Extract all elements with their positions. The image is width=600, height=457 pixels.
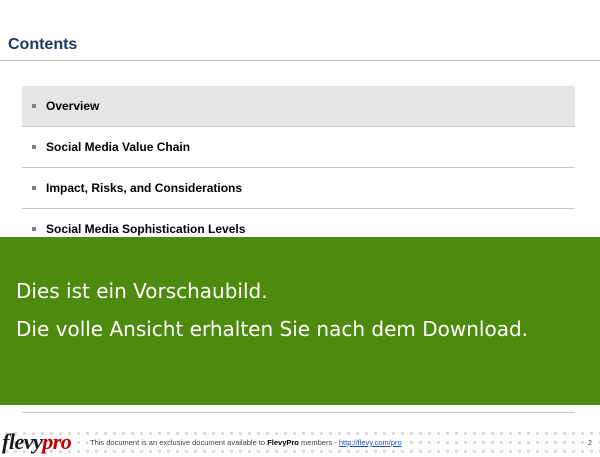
- toc-item-impact-risks[interactable]: Impact, Risks, and Considerations: [22, 168, 575, 209]
- footer: flevypro This document is an exclusive d…: [0, 428, 600, 457]
- square-bullet-icon: [32, 145, 36, 149]
- square-bullet-icon: [32, 227, 36, 231]
- preview-notice-line-2: Die volle Ansicht erhalten Sie nach dem …: [16, 317, 529, 341]
- preview-banner: Dies ist ein Vorschaubild. Die volle Ans…: [0, 237, 600, 405]
- toc-item-label: Social Media Sophistication Levels: [46, 222, 246, 236]
- square-bullet-icon: [32, 104, 36, 108]
- toc-item-overview[interactable]: Overview: [22, 86, 575, 127]
- footer-note-brand: FlevyPro: [267, 438, 299, 447]
- footer-note-prefix: This document is an exclusive document a…: [90, 438, 268, 447]
- toc-item-label: Impact, Risks, and Considerations: [46, 181, 243, 195]
- flevy-pro-link[interactable]: http://flevy.com/pro: [339, 438, 402, 447]
- toc-item-label: Overview: [46, 99, 100, 113]
- page-number: 2: [585, 438, 594, 447]
- title-divider: [0, 60, 600, 61]
- footer-disclaimer: This document is an exclusive document a…: [88, 438, 404, 447]
- flevypro-logo: flevypro: [2, 429, 72, 455]
- table-of-contents: Overview Social Media Value Chain Impact…: [22, 86, 575, 250]
- square-bullet-icon: [32, 186, 36, 190]
- bottom-divider: [22, 412, 575, 413]
- toc-item-label: Social Media Value Chain: [46, 140, 191, 154]
- page-title: Contents: [8, 36, 78, 53]
- logo-text-pro: pro: [42, 429, 72, 454]
- preview-notice-line-1: Dies ist ein Vorschaubild.: [16, 279, 268, 303]
- logo-text-flevy: flevy: [2, 429, 43, 454]
- toc-item-value-chain[interactable]: Social Media Value Chain: [22, 127, 575, 168]
- footer-note-middle: members -: [298, 438, 339, 447]
